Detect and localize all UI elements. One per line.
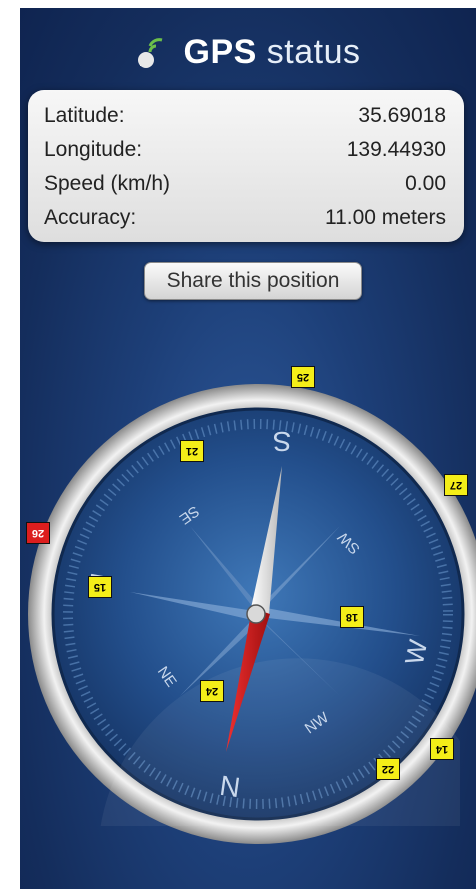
compass-label-n: N [218,770,242,804]
satellite-marker: 22 [376,758,400,780]
speed-value: 0.00 [405,172,446,195]
accuracy-row: Accuracy: 11.00 meters [44,200,446,236]
satellite-marker: 27 [444,474,468,496]
compass-label-s: S [273,426,292,457]
speed-row: Speed (km/h) 0.00 [44,166,446,202]
title-light: status [266,32,361,71]
compass: S N W E SE SW NE NW [28,384,476,844]
latitude-value: 35.69018 [358,104,446,127]
share-position-button[interactable]: Share this position [144,262,362,300]
app-title: GPS status [184,33,361,72]
longitude-label: Longitude: [44,138,143,161]
latitude-row: Latitude: 35.69018 [44,98,446,134]
satellite-marker: 15 [88,576,112,598]
satellite-marker: 14 [430,738,454,760]
satellite-marker: 21 [180,440,204,462]
accuracy-value: 11.00 meters [324,206,446,229]
accuracy-label: Accuracy: [44,206,137,229]
satellite-marker: 24 [200,680,224,702]
speed-label: Speed (km/h) [44,172,171,195]
longitude-row: Longitude: 139.44930 [44,132,446,168]
compass-pivot [246,604,266,624]
app-screen: GPS status Latitude: 35.69018 Longitude:… [20,8,476,889]
longitude-value: 139.44930 [346,138,446,161]
title-bold: GPS [183,32,257,71]
satellite-dish-icon [137,38,162,68]
satellite-marker: 18 [340,606,364,628]
satellite-marker: 25 [291,366,315,388]
latitude-label: Latitude: [44,104,125,127]
satellite-marker: 26 [26,522,50,544]
app-header: GPS status [20,22,476,82]
position-info-panel: Latitude: 35.69018 Longitude: 139.44930 … [28,90,464,242]
